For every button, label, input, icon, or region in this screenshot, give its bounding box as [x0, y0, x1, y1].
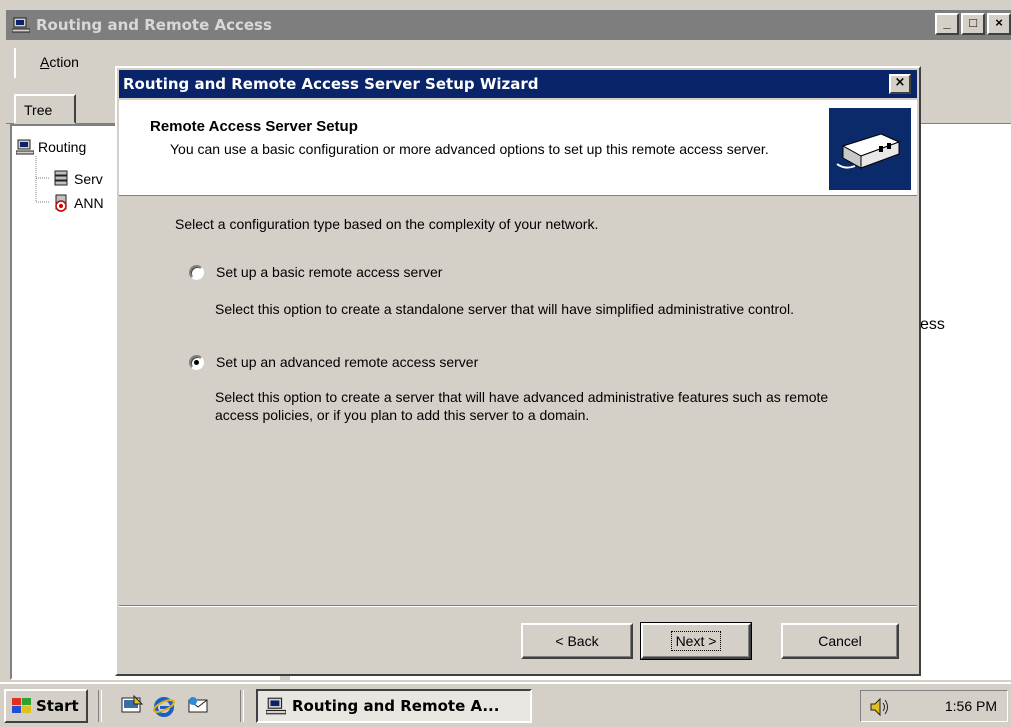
- taskbar-task-routing[interactable]: Routing and Remote A...: [256, 689, 532, 723]
- wizard-title: Routing and Remote Access Server Setup W…: [123, 75, 539, 93]
- tree-item-routing[interactable]: Routing: [16, 136, 86, 158]
- main-window-title: Routing and Remote Access: [36, 16, 272, 34]
- next-button[interactable]: Next >: [640, 622, 752, 660]
- cancel-button[interactable]: Cancel: [781, 623, 899, 659]
- windows-logo-icon: [12, 698, 31, 713]
- tree-item-label: Serv: [74, 171, 103, 187]
- advanced-server-description: Select this option to create a server th…: [215, 389, 829, 423]
- clock[interactable]: 1:56 PM: [945, 698, 997, 714]
- wizard-page-description: You can use a basic configuration or mor…: [170, 141, 769, 157]
- routing-console-icon: [12, 17, 30, 33]
- cancel-button-label: Cancel: [818, 633, 862, 649]
- wizard-header: Remote Access Server Setup You can use a…: [119, 100, 917, 196]
- basic-server-option[interactable]: Set up a basic remote access server: [189, 264, 442, 280]
- minimize-button[interactable]: _: [935, 13, 959, 35]
- routing-console-icon: [16, 139, 34, 155]
- configuration-prompt: Select a configuration type based on the…: [175, 216, 599, 232]
- action-menu-label: ction: [49, 54, 79, 70]
- system-tray: 1:56 PM: [860, 690, 1008, 722]
- basic-server-label[interactable]: Set up a basic remote access server: [216, 264, 442, 280]
- back-button-label: < Back: [555, 633, 599, 649]
- show-desktop-icon[interactable]: [120, 694, 144, 718]
- task-label: Routing and Remote A...: [292, 697, 500, 715]
- close-button[interactable]: ×: [987, 13, 1011, 35]
- server-status-icon: [54, 170, 68, 186]
- routing-console-icon: [266, 697, 286, 715]
- details-pane-text: ess: [920, 316, 945, 333]
- button-separator: [119, 605, 917, 607]
- setup-wizard-dialog: Routing and Remote Access Server Setup W…: [115, 66, 921, 676]
- advanced-server-option[interactable]: Set up an advanced remote access server: [189, 354, 478, 370]
- tab-tree[interactable]: Tree: [14, 94, 76, 124]
- main-titlebar[interactable]: Routing and Remote Access _ □ ×: [6, 10, 1011, 40]
- internet-explorer-icon[interactable]: [152, 694, 176, 718]
- tree-item-label: ANN: [74, 195, 104, 211]
- wizard-titlebar[interactable]: Routing and Remote Access Server Setup W…: [119, 70, 917, 98]
- tree-connector-lines: [35, 156, 50, 203]
- remote-access-server-icon: [829, 108, 911, 190]
- tree-item-server-status[interactable]: Serv: [52, 168, 103, 190]
- wizard-close-button[interactable]: ×: [889, 74, 911, 94]
- action-menu[interactable]: Action: [14, 48, 116, 78]
- action-menu-mnemonic: A: [40, 54, 50, 70]
- server-stopped-icon: [55, 194, 67, 212]
- back-button[interactable]: < Back: [521, 623, 633, 659]
- start-label: Start: [36, 697, 79, 715]
- tree-item-server[interactable]: ANN: [52, 192, 104, 214]
- tasks-grip[interactable]: [240, 690, 244, 722]
- quicklaunch-grip[interactable]: [98, 690, 102, 722]
- advanced-server-label[interactable]: Set up an advanced remote access server: [216, 354, 478, 370]
- volume-icon[interactable]: [869, 697, 891, 717]
- start-button[interactable]: Start: [4, 689, 88, 723]
- tree-item-label: Routing: [38, 139, 87, 155]
- outlook-express-icon[interactable]: [186, 694, 210, 718]
- next-button-label: Next >: [670, 631, 722, 651]
- maximize-button[interactable]: □: [961, 13, 985, 35]
- wizard-body: Select a configuration type based on the…: [119, 198, 917, 604]
- basic-server-description: Select this option to create a standalon…: [215, 301, 794, 317]
- window-controls: _ □ ×: [933, 13, 1011, 35]
- taskbar: Start Routing and Remote A... 1:56 PM: [0, 682, 1011, 727]
- basic-server-radio[interactable]: [189, 264, 204, 280]
- advanced-server-radio[interactable]: [189, 354, 204, 370]
- wizard-page-title: Remote Access Server Setup: [150, 118, 358, 135]
